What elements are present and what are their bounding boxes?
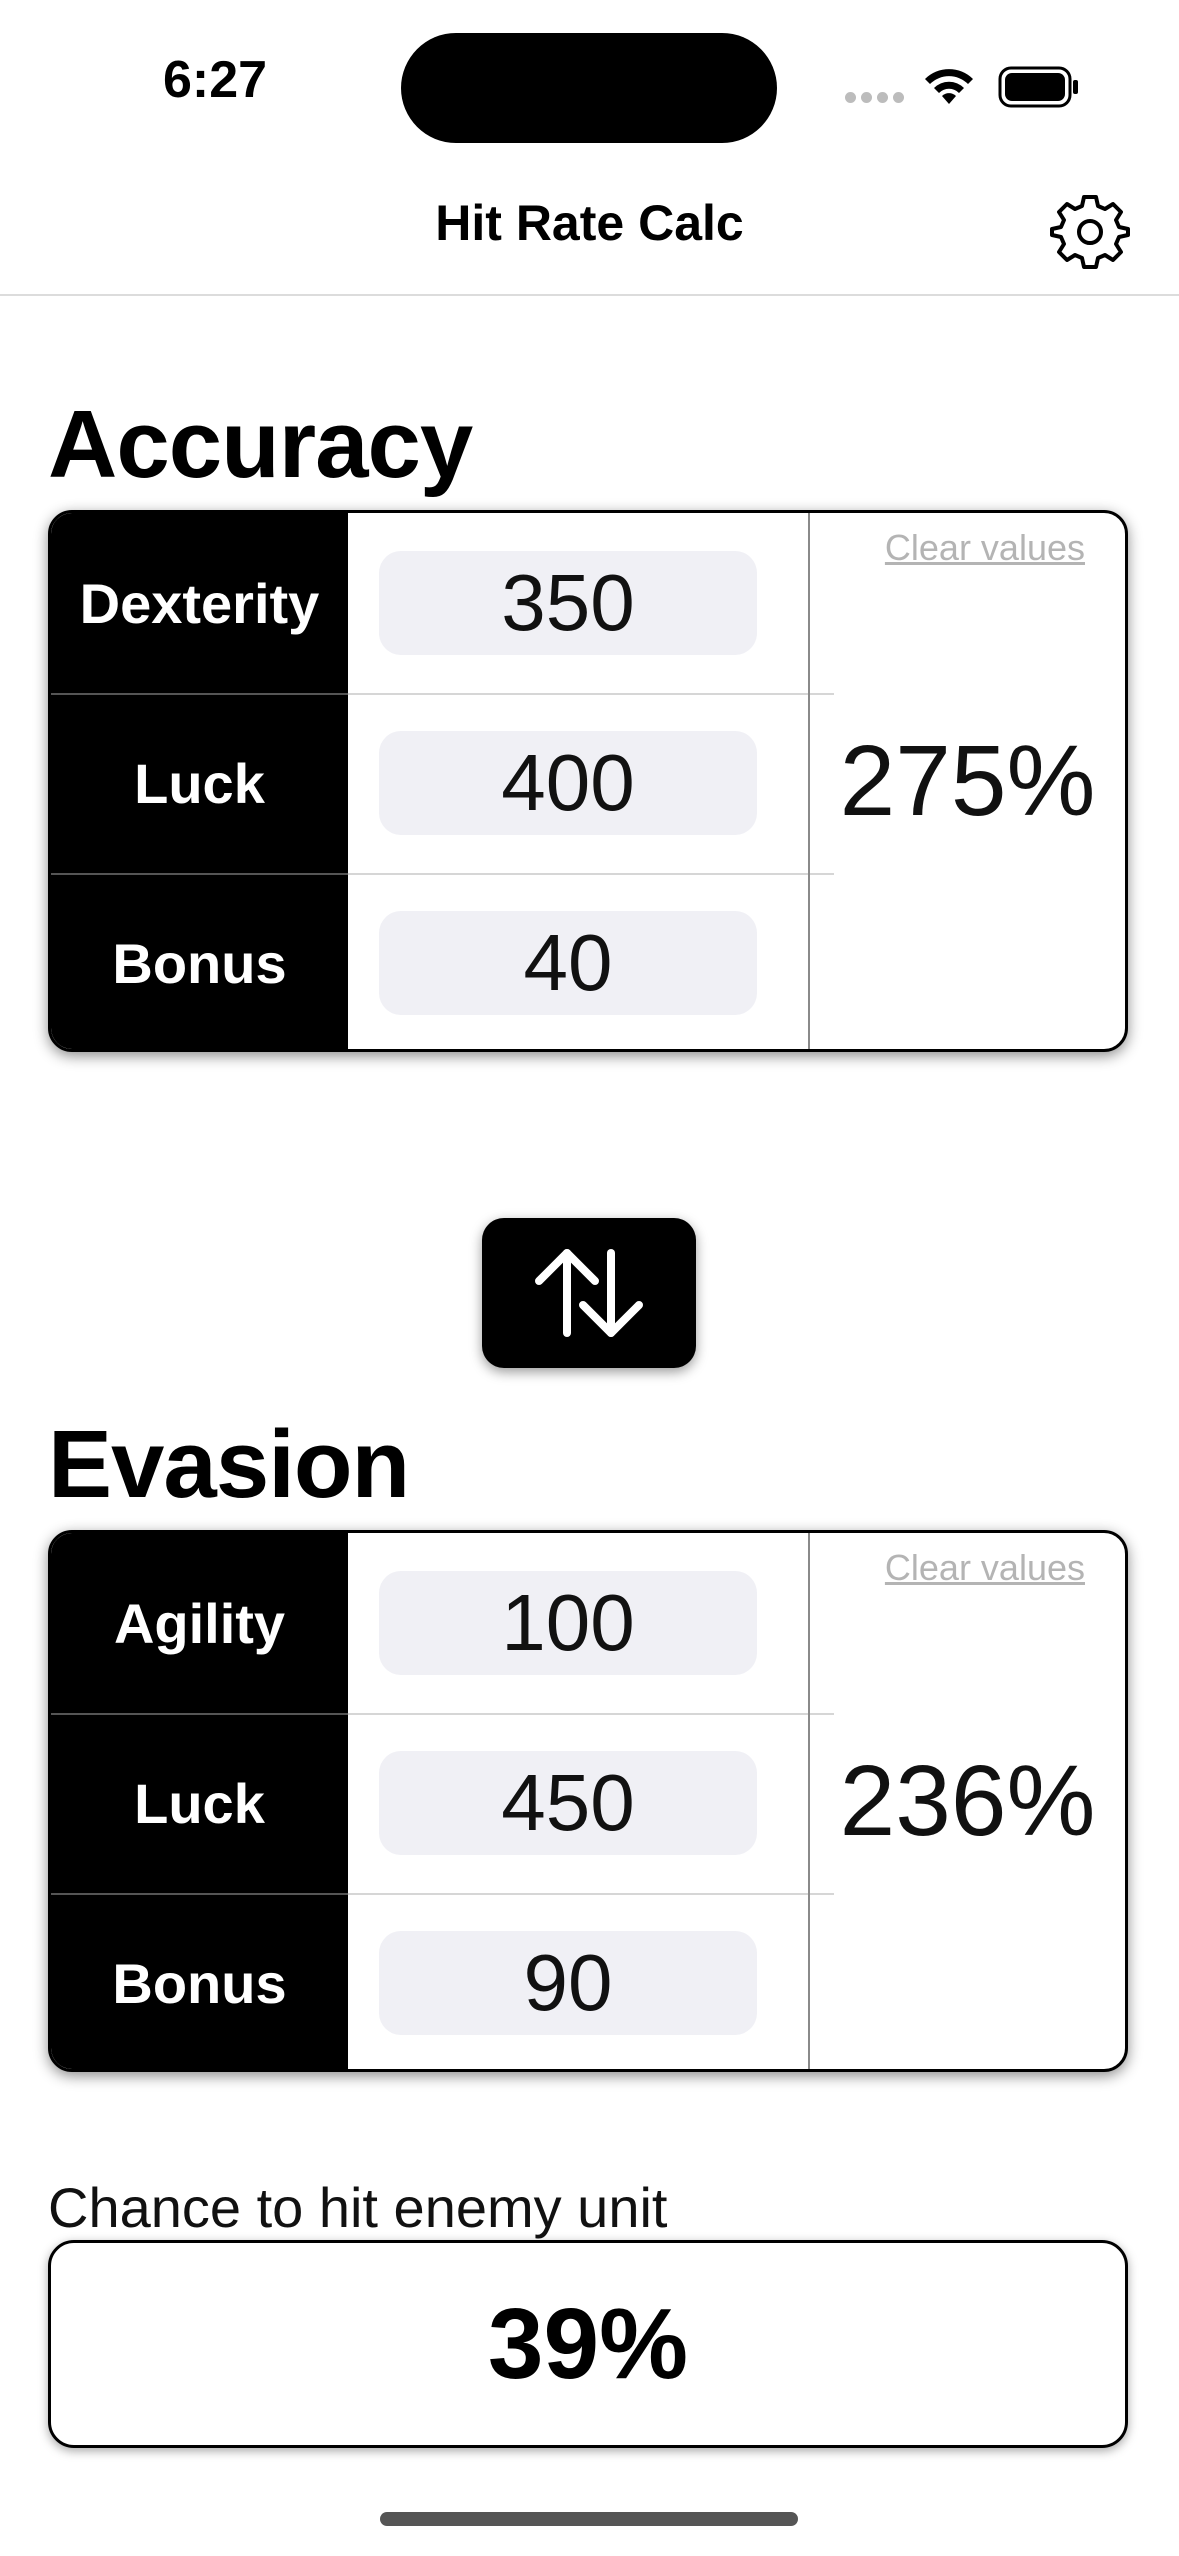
accuracy-bonus-input[interactable]: 40 — [379, 911, 757, 1015]
dynamic-island — [401, 33, 777, 143]
gear-icon[interactable] — [1050, 192, 1130, 272]
agility-input[interactable]: 100 — [379, 1571, 757, 1675]
row-divider — [348, 1893, 834, 1895]
swap-button[interactable] — [482, 1218, 696, 1368]
page-title: Hit Rate Calc — [435, 195, 744, 251]
row-divider — [51, 1893, 348, 1895]
evasion-row-label: Agility — [113, 1591, 286, 1655]
chance-label: Chance to hit enemy unit — [48, 2176, 668, 2239]
accuracy-row-label: Luck — [134, 751, 265, 815]
swap-arrows-icon — [535, 1249, 643, 1337]
row-divider — [348, 1713, 834, 1715]
row-divider — [51, 1713, 348, 1715]
wifi-icon — [925, 69, 973, 104]
cellular-signal-icon — [845, 92, 905, 104]
row-divider — [348, 693, 834, 695]
evasion-bonus-input[interactable]: 90 — [379, 1931, 757, 2035]
accuracy-title: Accuracy — [48, 391, 473, 498]
evasion-title: Evasion — [48, 1411, 410, 1518]
evasion-luck-input[interactable]: 450 — [379, 1751, 757, 1855]
chance-result-box: 39% — [48, 2240, 1128, 2448]
accuracy-luck-input[interactable]: 400 — [379, 731, 757, 835]
row-divider — [348, 873, 834, 875]
status-bar: 6:27 — [0, 0, 1179, 170]
row-divider — [51, 873, 348, 875]
accuracy-result: 275% — [839, 724, 1096, 837]
battery-icon — [998, 66, 1078, 108]
accuracy-row-label: Bonus — [112, 931, 287, 995]
chance-result: 39% — [487, 2287, 689, 2400]
home-indicator[interactable] — [380, 2512, 798, 2526]
row-divider — [51, 693, 348, 695]
evasion-card: Agility Luck Bonus 100 450 90 236% Clear… — [48, 1530, 1128, 2072]
evasion-row-label: Bonus — [112, 1951, 287, 2015]
evasion-result: 236% — [839, 1744, 1096, 1857]
accuracy-card: Dexterity Luck Bonus 350 400 40 275% Cle… — [48, 510, 1128, 1052]
evasion-row-label: Luck — [134, 1771, 265, 1835]
accuracy-clear-values-link[interactable]: Clear values — [810, 527, 1085, 569]
evasion-clear-values-link[interactable]: Clear values — [810, 1547, 1085, 1589]
accuracy-row-label: Dexterity — [79, 571, 320, 635]
dexterity-input[interactable]: 350 — [379, 551, 757, 655]
status-time: 6:27 — [162, 51, 268, 109]
navigation-bar: Hit Rate Calc — [0, 170, 1179, 296]
